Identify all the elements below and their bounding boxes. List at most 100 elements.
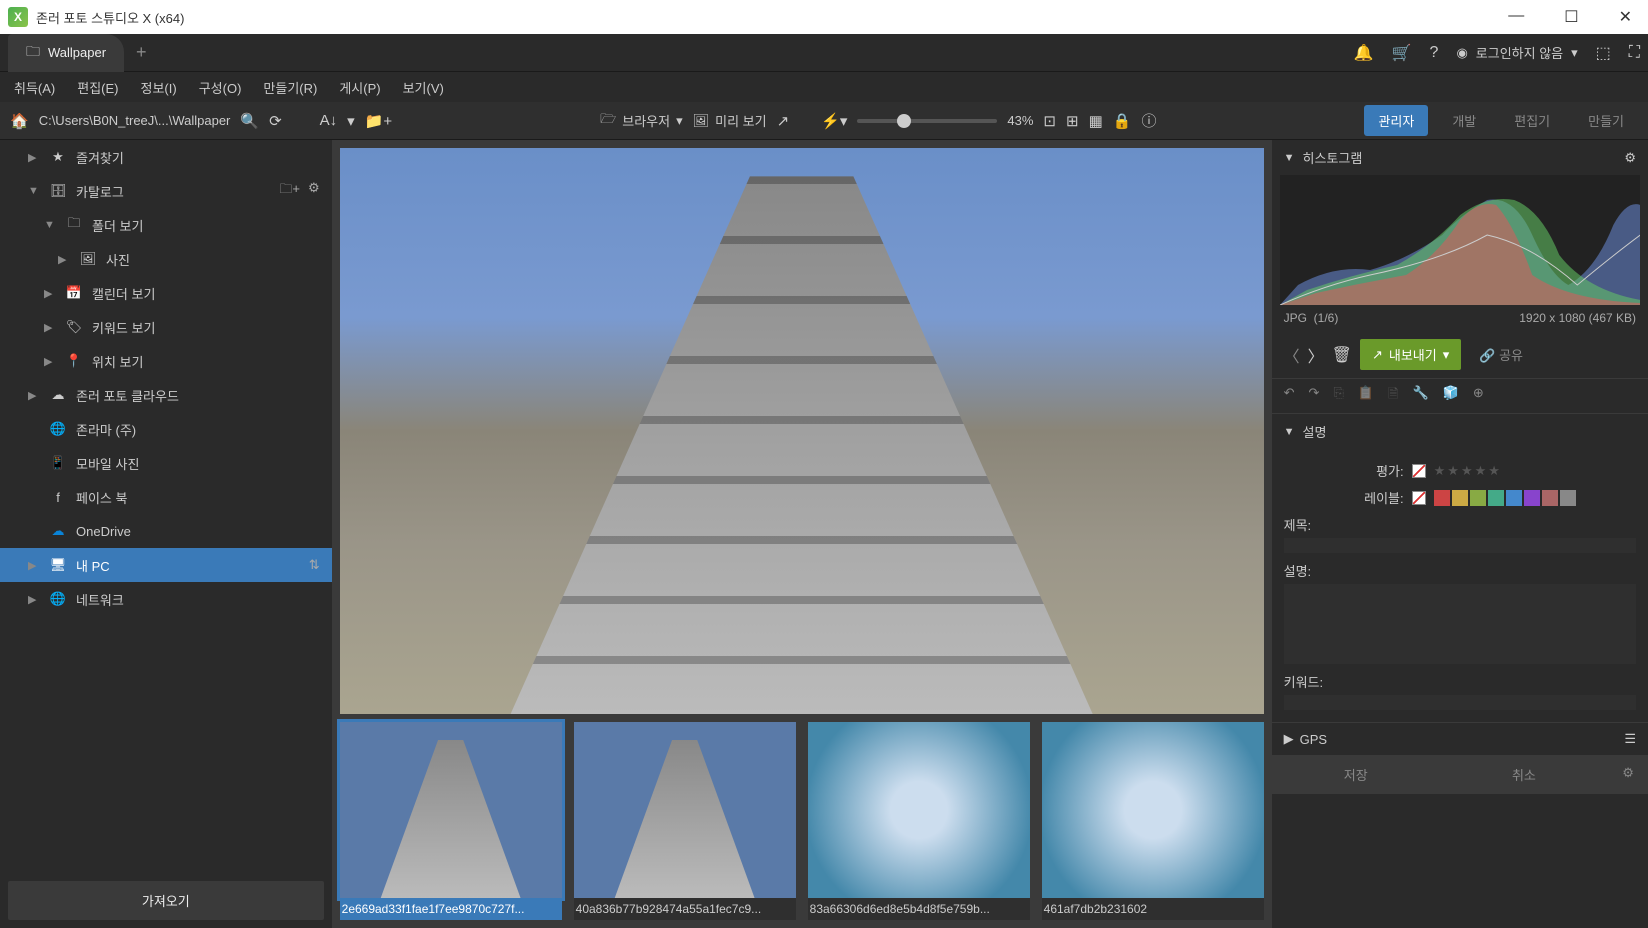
keywords-input[interactable] [1284, 695, 1636, 710]
title-input[interactable] [1284, 538, 1636, 553]
tab-wallpaper[interactable]: 🗀 Wallpaper [8, 34, 124, 72]
mode-editor[interactable]: 편집기 [1500, 105, 1564, 136]
nav-zonerama[interactable]: 🌐존라마 (주) [0, 412, 332, 446]
fullscreen-icon[interactable]: ⛶ [1629, 44, 1640, 62]
rotate-left-icon[interactable]: ↶ [1284, 385, 1295, 407]
browser-mode-button[interactable]: 🗁 브라우저 ▾ [600, 110, 683, 132]
fit-icon[interactable]: ⊡ [1043, 112, 1056, 130]
gear-icon[interactable]: ⚙ [308, 180, 320, 202]
preview-mode-button[interactable]: 🖼 미리 보기 [693, 111, 767, 130]
actual-size-icon[interactable]: ⊞ [1066, 112, 1079, 130]
maximize-button[interactable]: ☐ [1556, 3, 1586, 31]
histogram-header[interactable]: ▼ 히스토그램 ⚙ [1272, 140, 1648, 175]
flash-icon[interactable]: ⚡▾ [821, 112, 847, 130]
nav-mobile[interactable]: 📱모바일 사진 [0, 446, 332, 480]
nav-folder-view[interactable]: ▼🗀폴더 보기 [0, 208, 332, 242]
menu-organize[interactable]: 구성(O) [199, 78, 242, 97]
description-header[interactable]: ▼ 설명 [1272, 414, 1648, 449]
color-swatch[interactable] [1506, 490, 1522, 506]
nav-calendar[interactable]: ▶📅캘린더 보기 [0, 276, 332, 310]
menu-create[interactable]: 만들기(R) [263, 78, 317, 97]
color-swatch[interactable] [1560, 490, 1576, 506]
menu-acquire[interactable]: 취득(A) [14, 78, 55, 97]
description-input[interactable] [1284, 584, 1636, 664]
rating-stars[interactable]: ★★★★★ [1434, 463, 1502, 479]
nav-zoner-cloud[interactable]: ▶☁존러 포토 클라우드 [0, 378, 332, 412]
prev-button[interactable]: 〈 [1284, 343, 1300, 367]
sort-icon[interactable]: ⇅ [309, 557, 320, 573]
nav-photos[interactable]: ▶🖼사진 [0, 242, 332, 276]
menu-edit[interactable]: 편집(E) [77, 78, 118, 97]
external-icon[interactable]: ↗ [777, 112, 790, 130]
nav-favorites[interactable]: ▶★즐겨찾기 [0, 140, 332, 174]
settings-button[interactable]: ⚙ [1608, 755, 1648, 794]
nav-facebook[interactable]: f페이스 북 [0, 480, 332, 514]
minimize-button[interactable]: — [1500, 3, 1532, 31]
nav-my-pc[interactable]: ▶🖥내 PC⇅ [0, 548, 332, 582]
nav-onedrive[interactable]: ☁ OneDrive [0, 514, 332, 548]
nav-label: OneDrive [76, 524, 131, 539]
menu-info[interactable]: 정보(I) [141, 78, 177, 97]
thumbnail-strip: 2e669ad33f1fae1f7ee9870c727f...40a836b77… [340, 722, 1264, 920]
nav-network[interactable]: ▶🌐네트워크 [0, 582, 332, 616]
color-swatch[interactable] [1452, 490, 1468, 506]
thumbnail-item[interactable]: 83a66306d6ed8e5b4d8f5e759b... [808, 722, 1030, 920]
color-swatch[interactable] [1434, 490, 1450, 506]
nav-keywords[interactable]: ▶🏷키워드 보기 [0, 310, 332, 344]
zoom-slider[interactable] [857, 119, 997, 123]
help-icon[interactable]: ? [1430, 44, 1439, 62]
login-status[interactable]: ◉ 로그인하지 않음 ▾ [1456, 43, 1577, 62]
next-button[interactable]: 〉 [1308, 343, 1324, 367]
refresh-icon[interactable]: ⟳ [269, 112, 282, 130]
no-label-icon[interactable] [1412, 491, 1426, 505]
save-button[interactable]: 저장 [1272, 755, 1440, 794]
sort-options-icon[interactable]: ▾ [347, 112, 355, 130]
menu-view[interactable]: 보기(V) [403, 78, 444, 97]
rotate-right-icon[interactable]: ↷ [1309, 385, 1320, 407]
color-labels [1434, 490, 1576, 506]
home-icon[interactable]: 🏠 [10, 112, 29, 130]
gear-icon[interactable]: ⚙ [1624, 150, 1636, 166]
add-icon[interactable]: ⊕ [1473, 385, 1484, 407]
thumbnail-item[interactable]: 40a836b77b928474a55a1fec7c9... [574, 722, 796, 920]
share-button[interactable]: 🔗 공유 [1469, 339, 1533, 370]
info-icon[interactable]: ⓘ [1141, 110, 1156, 131]
onedrive-icon: ☁ [48, 523, 68, 539]
no-rating-icon[interactable] [1412, 464, 1426, 478]
cancel-button[interactable]: 취소 [1440, 755, 1608, 794]
thumbnail-item[interactable]: 461af7db2b231602 [1042, 722, 1264, 920]
nav-locations[interactable]: ▶📍위치 보기 [0, 344, 332, 378]
search-icon[interactable]: 🔍 [240, 112, 259, 130]
export-button[interactable]: ↗ 내보내기 ▾ [1360, 339, 1461, 370]
cart-icon[interactable]: 🛒 [1392, 43, 1412, 63]
color-swatch[interactable] [1488, 490, 1504, 506]
nav-catalog[interactable]: ▼🗄카탈로그🗀+⚙ [0, 174, 332, 208]
delete-button[interactable]: 🗑 [1332, 345, 1352, 365]
gps-title: GPS [1300, 732, 1327, 747]
color-swatch[interactable] [1542, 490, 1558, 506]
menu-icon[interactable]: ☰ [1624, 731, 1636, 747]
path-display[interactable]: C:\Users\B0N_treeJ\...\Wallpaper [39, 113, 231, 128]
sort-icon[interactable]: A↓ [320, 112, 338, 129]
mode-manager[interactable]: 관리자 [1364, 105, 1428, 136]
close-button[interactable]: ✕ [1611, 3, 1640, 31]
preview-area[interactable] [340, 148, 1264, 714]
cube-icon[interactable]: 🧊 [1443, 385, 1459, 407]
new-folder-icon[interactable]: 📁+ [365, 112, 392, 130]
lock-icon[interactable]: 🔒 [1113, 112, 1132, 130]
add-folder-icon[interactable]: 🗀+ [279, 180, 300, 202]
import-button[interactable]: 가져오기 [8, 881, 324, 920]
color-swatch[interactable] [1524, 490, 1540, 506]
color-swatch[interactable] [1470, 490, 1486, 506]
mode-create[interactable]: 만들기 [1574, 105, 1638, 136]
menu-publish[interactable]: 게시(P) [339, 78, 380, 97]
tab-add-button[interactable]: + [136, 42, 147, 63]
mode-develop[interactable]: 개발 [1438, 105, 1490, 136]
network-icon: 🌐 [48, 591, 68, 607]
gps-header[interactable]: ▶ GPS ☰ [1272, 722, 1648, 755]
display-icon[interactable]: ⬚ [1596, 43, 1611, 63]
wrench-icon[interactable]: 🔧 [1413, 385, 1429, 407]
thumbnail-item[interactable]: 2e669ad33f1fae1f7ee9870c727f... [340, 722, 562, 920]
bell-icon[interactable]: 🔔 [1354, 43, 1374, 63]
grid-icon[interactable]: ▦ [1089, 112, 1103, 130]
